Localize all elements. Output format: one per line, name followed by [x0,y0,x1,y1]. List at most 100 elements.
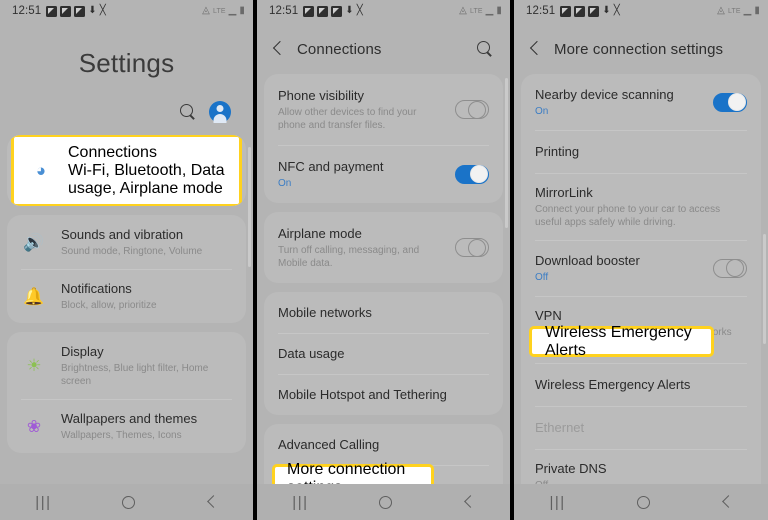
status-system-icons: ◬ LTE ▁ ▮ [459,6,502,16]
settings-toolbar [0,79,253,135]
settings-item-sounds-and-vibration[interactable]: 🔊 Sounds and vibration Sound mode, Ringt… [7,215,246,269]
settings-item-download-booster[interactable]: Download booster Off [521,240,761,296]
back-icon[interactable] [271,42,285,56]
more-connection-settings-list[interactable]: Nearby device scanning On Printing Mirro… [514,74,768,484]
wifi-icon: ◕ [35,161,47,180]
settings-item-wireless-emergency-alerts[interactable]: Wireless Emergency Alerts [521,363,761,406]
scrollbar[interactable] [763,234,766,344]
app-square-icon [60,5,72,17]
settings-item-printing[interactable]: Printing [521,130,761,173]
phone-screen-more-connection-settings: 12:51 ⬇ ╳ ◬ LTE ▁ ▮ More connection sett… [514,0,768,520]
settings-item-title: NFC and payment [278,159,384,174]
back-icon[interactable] [528,42,542,56]
back-icon[interactable] [463,496,475,508]
notifications-icon: 🔔 [23,286,45,306]
settings-item-title: Mobile Hotspot and Tethering [278,387,447,402]
home-icon[interactable] [122,495,136,509]
settings-item-mobile-hotspot-and-tethering[interactable]: Mobile Hotspot and Tethering [264,374,503,415]
three-phone-screenshots: 12:51 ⬇ ╳ ◬ LTE ▁ ▮ Settings ◕ Connectio… [0,0,768,520]
phone-screen-settings: 12:51 ⬇ ╳ ◬ LTE ▁ ▮ Settings ◕ Connectio… [0,0,253,520]
app-square-icon [303,5,315,17]
highlighted-item-subtitle: Wi-Fi, Bluetooth, Data usage, Airplane m… [68,161,225,197]
settings-list[interactable]: ◕ Connections Wi-Fi, Bluetooth, Data usa… [0,135,253,484]
app-square-icon [46,5,58,17]
lte-label: LTE [469,7,483,15]
settings-item-subtitle: On [278,178,292,189]
app-bar: More connection settings [514,22,768,74]
settings-item-notifications[interactable]: 🔔 Notifications Block, allow, prioritize [7,269,246,323]
settings-group: Airplane mode Turn off calling, messagin… [264,212,503,283]
settings-item-nfc-and-payment[interactable]: NFC and payment On [264,145,503,203]
settings-item-phone-visibility[interactable]: Phone visibility Allow other devices to … [264,74,503,145]
back-icon[interactable] [206,496,218,508]
connections-list[interactable]: Phone visibility Allow other devices to … [257,74,510,484]
settings-item-subtitle: Off [535,479,747,484]
search-icon[interactable] [180,103,197,121]
settings-item-advanced-calling[interactable]: Advanced Calling [264,424,503,465]
home-icon[interactable] [636,495,650,509]
status-bar: 12:51 ⬇ ╳ ◬ LTE ▁ ▮ [257,0,510,22]
status-bar: 12:51 ⬇ ╳ ◬ LTE ▁ ▮ [0,0,253,22]
highlighted-item-title: Wireless Emergency Alerts [545,323,692,359]
app-square-icon [317,5,329,17]
toggle-phone-visibility[interactable] [455,100,489,119]
settings-item-title: Airplane mode [278,226,362,241]
mute-call-icon: ╳ [356,5,363,16]
toggle-nfc-and-payment[interactable] [455,164,489,184]
page-title: Connections [297,40,382,58]
status-clock: 12:51 [12,5,42,17]
highlighted-item-title: Connections [68,143,157,161]
status-clock: 12:51 [526,5,556,17]
sound-icon: 🔊 [23,232,45,252]
settings-item-private-dns[interactable]: Private DNS Off [521,449,761,484]
recents-icon[interactable]: ||| [35,494,51,511]
app-square-icon [588,5,600,17]
battery-icon: ▮ [496,5,502,16]
home-icon[interactable] [379,495,393,509]
settings-item-title: Display [61,344,104,359]
settings-group: ☀ Display Brightness, Blue light filter,… [7,332,246,453]
search-icon[interactable] [477,40,494,58]
mute-call-icon: ╳ [613,5,620,16]
settings-item-subtitle: Wallpapers, Themes, Icons [61,430,182,441]
recents-icon[interactable]: ||| [549,494,565,511]
status-bar: 12:51 ⬇ ╳ ◬ LTE ▁ ▮ [514,0,768,22]
settings-item-title: Download booster [535,253,640,268]
highlight-box-more-connection-settings: More connection settings [272,461,434,484]
settings-item-data-usage[interactable]: Data usage [264,333,503,374]
navigation-bar: ||| [0,484,253,520]
settings-item-title: Wireless Emergency Alerts [535,377,691,392]
settings-item-airplane-mode[interactable]: Airplane mode Turn off calling, messagin… [264,212,503,283]
account-avatar-icon[interactable] [209,101,231,123]
page-title: More connection settings [554,40,724,58]
signal-icon: ▁ [485,5,494,16]
settings-item-mirrorlink[interactable]: MirrorLink Connect your phone to your ca… [521,173,761,240]
battery-icon: ▮ [239,5,245,16]
toggle-nearby-device-scanning[interactable] [713,92,747,112]
wifi-icon: ◬ [459,5,467,16]
settings-item-mobile-networks[interactable]: Mobile networks [264,292,503,333]
settings-item-display[interactable]: ☀ Display Brightness, Blue light filter,… [7,332,246,399]
recents-icon[interactable]: ||| [292,494,308,511]
highlight-box-wireless-emergency-alerts: Wireless Emergency Alerts [529,323,714,359]
settings-item-subtitle: Brightness, Blue light filter, Home scre… [61,363,209,387]
settings-group: 🔊 Sounds and vibration Sound mode, Ringt… [7,215,246,323]
scrollbar[interactable] [248,147,251,267]
back-icon[interactable] [721,496,733,508]
wifi-icon: ◬ [717,5,725,16]
settings-item-title: VPN [535,308,562,323]
navigation-bar: ||| [514,484,768,520]
settings-item-wallpapers-and-themes[interactable]: ❀ Wallpapers and themes Wallpapers, Them… [7,399,246,453]
battery-icon: ▮ [754,5,760,16]
toggle-airplane-mode[interactable] [455,238,489,257]
page-title: Settings [78,48,175,78]
phone-screen-connections: 12:51 ⬇ ╳ ◬ LTE ▁ ▮ Connections Phone vi… [257,0,510,520]
settings-group: Advanced Calling More connection setting… [264,424,503,484]
scrollbar[interactable] [505,78,508,228]
toggle-download-booster[interactable] [713,258,747,278]
navigation-bar: ||| [257,484,510,520]
mute-call-icon: ╳ [99,5,106,16]
status-notification-icons: ⬇ ╳ [46,5,106,17]
settings-item-title: Ethernet [535,420,585,435]
settings-item-nearby-device-scanning[interactable]: Nearby device scanning On [521,74,761,130]
